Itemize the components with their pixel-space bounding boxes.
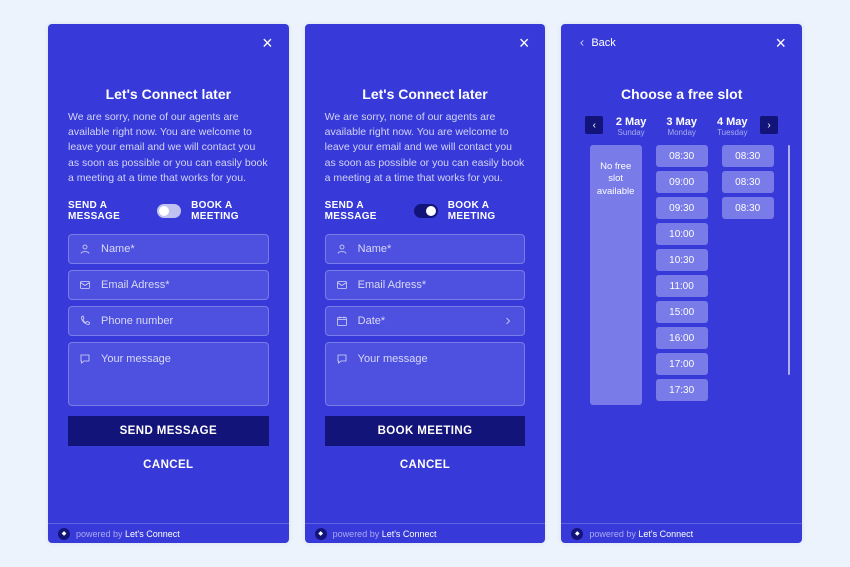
phone-field[interactable]: Phone number: [68, 306, 269, 336]
footer: powered by Let's Connect: [561, 523, 802, 543]
toggle-label-right: BOOK A MEETING: [191, 200, 269, 222]
footer-brand-link[interactable]: Let's Connect: [638, 529, 693, 539]
back-button[interactable]: Back: [577, 37, 615, 49]
mail-icon: [79, 279, 91, 291]
time-slot[interactable]: 08:30: [656, 145, 708, 167]
email-placeholder: Email Adress*: [101, 279, 169, 291]
brand-logo-icon: [315, 528, 327, 540]
panel-book-meeting: × Let's Connect later We are sorry, none…: [305, 24, 546, 543]
user-icon: [336, 243, 348, 255]
email-field[interactable]: Email Adress*: [325, 270, 526, 300]
back-label: Back: [591, 37, 615, 49]
next-day-button[interactable]: ›: [760, 116, 778, 134]
close-icon[interactable]: ×: [262, 34, 273, 52]
time-slot[interactable]: 08:30: [722, 145, 774, 167]
user-icon: [79, 243, 91, 255]
chevron-right-icon: [502, 315, 514, 327]
slot-column: 08:30 09:00 09:30 10:00 10:30 11:00 15:0…: [656, 145, 708, 405]
time-slot[interactable]: 15:00: [656, 301, 708, 323]
page-description: We are sorry, none of our agents are ava…: [325, 110, 526, 186]
toggle-label-left: SEND A MESSAGE: [68, 200, 147, 222]
day-navigation: ‹ 2 May Sunday 3 May Monday 4 May Tuesda…: [581, 116, 782, 137]
cancel-button[interactable]: CANCEL: [68, 450, 269, 480]
time-slot[interactable]: 10:00: [656, 223, 708, 245]
message-field[interactable]: Your message: [68, 342, 269, 406]
titlebar: ×: [305, 24, 546, 62]
footer: powered by Let's Connect: [48, 523, 289, 543]
phone-icon: [79, 315, 91, 327]
time-slot[interactable]: 09:30: [656, 197, 708, 219]
email-placeholder: Email Adress*: [358, 279, 426, 291]
mode-toggle-row: SEND A MESSAGE BOOK A MEETING: [325, 200, 526, 222]
mode-toggle[interactable]: [157, 204, 181, 218]
mode-toggle[interactable]: [414, 204, 438, 218]
name-field[interactable]: Name*: [68, 234, 269, 264]
message-placeholder: Your message: [358, 353, 428, 395]
mail-icon: [336, 279, 348, 291]
message-placeholder: Your message: [101, 353, 171, 395]
time-slot[interactable]: 16:00: [656, 327, 708, 349]
toggle-label-left: SEND A MESSAGE: [325, 200, 404, 222]
date-placeholder: Date*: [358, 315, 386, 327]
page-title: Let's Connect later: [325, 86, 526, 102]
panel-choose-slot: Back × Choose a free slot ‹ 2 May Sunday…: [561, 24, 802, 543]
slot-column: 08:30 08:30 08:30: [722, 145, 774, 405]
prev-day-button[interactable]: ‹: [585, 116, 603, 134]
scroll-indicator[interactable]: [788, 145, 790, 375]
titlebar: Back ×: [561, 24, 802, 62]
no-free-slot-label: No free slot available: [590, 145, 642, 405]
message-icon: [336, 353, 348, 365]
day-header[interactable]: 3 May Monday: [666, 116, 697, 137]
name-placeholder: Name*: [101, 243, 135, 255]
brand-logo-icon: [58, 528, 70, 540]
time-slot[interactable]: 17:30: [656, 379, 708, 401]
day-header[interactable]: 4 May Tuesday: [717, 116, 748, 137]
time-slot[interactable]: 08:30: [722, 171, 774, 193]
brand-logo-icon: [571, 528, 583, 540]
footer-brand-link[interactable]: Let's Connect: [382, 529, 437, 539]
footer: powered by Let's Connect: [305, 523, 546, 543]
date-field[interactable]: Date*: [325, 306, 526, 336]
slot-grid: No free slot available 08:30 09:00 09:30…: [581, 145, 782, 405]
time-slot[interactable]: 10:30: [656, 249, 708, 271]
phone-placeholder: Phone number: [101, 315, 173, 327]
page-title: Choose a free slot: [581, 86, 782, 102]
cancel-button[interactable]: CANCEL: [325, 450, 526, 480]
calendar-icon: [336, 315, 348, 327]
name-placeholder: Name*: [358, 243, 392, 255]
chevron-left-icon: [577, 38, 587, 48]
book-meeting-button[interactable]: BOOK MEETING: [325, 416, 526, 446]
time-slot[interactable]: 09:00: [656, 171, 708, 193]
close-icon[interactable]: ×: [519, 34, 530, 52]
name-field[interactable]: Name*: [325, 234, 526, 264]
send-message-button[interactable]: SEND MESSAGE: [68, 416, 269, 446]
close-icon[interactable]: ×: [776, 34, 787, 52]
time-slot[interactable]: 11:00: [656, 275, 708, 297]
message-icon: [79, 353, 91, 365]
page-title: Let's Connect later: [68, 86, 269, 102]
time-slot[interactable]: 17:00: [656, 353, 708, 375]
footer-brand-link[interactable]: Let's Connect: [125, 529, 180, 539]
time-slot[interactable]: 08:30: [722, 197, 774, 219]
mode-toggle-row: SEND A MESSAGE BOOK A MEETING: [68, 200, 269, 222]
titlebar: ×: [48, 24, 289, 62]
panel-send-message: × Let's Connect later We are sorry, none…: [48, 24, 289, 543]
message-field[interactable]: Your message: [325, 342, 526, 406]
toggle-label-right: BOOK A MEETING: [448, 200, 526, 222]
page-description: We are sorry, none of our agents are ava…: [68, 110, 269, 186]
email-field[interactable]: Email Adress*: [68, 270, 269, 300]
day-header[interactable]: 2 May Sunday: [616, 116, 647, 137]
